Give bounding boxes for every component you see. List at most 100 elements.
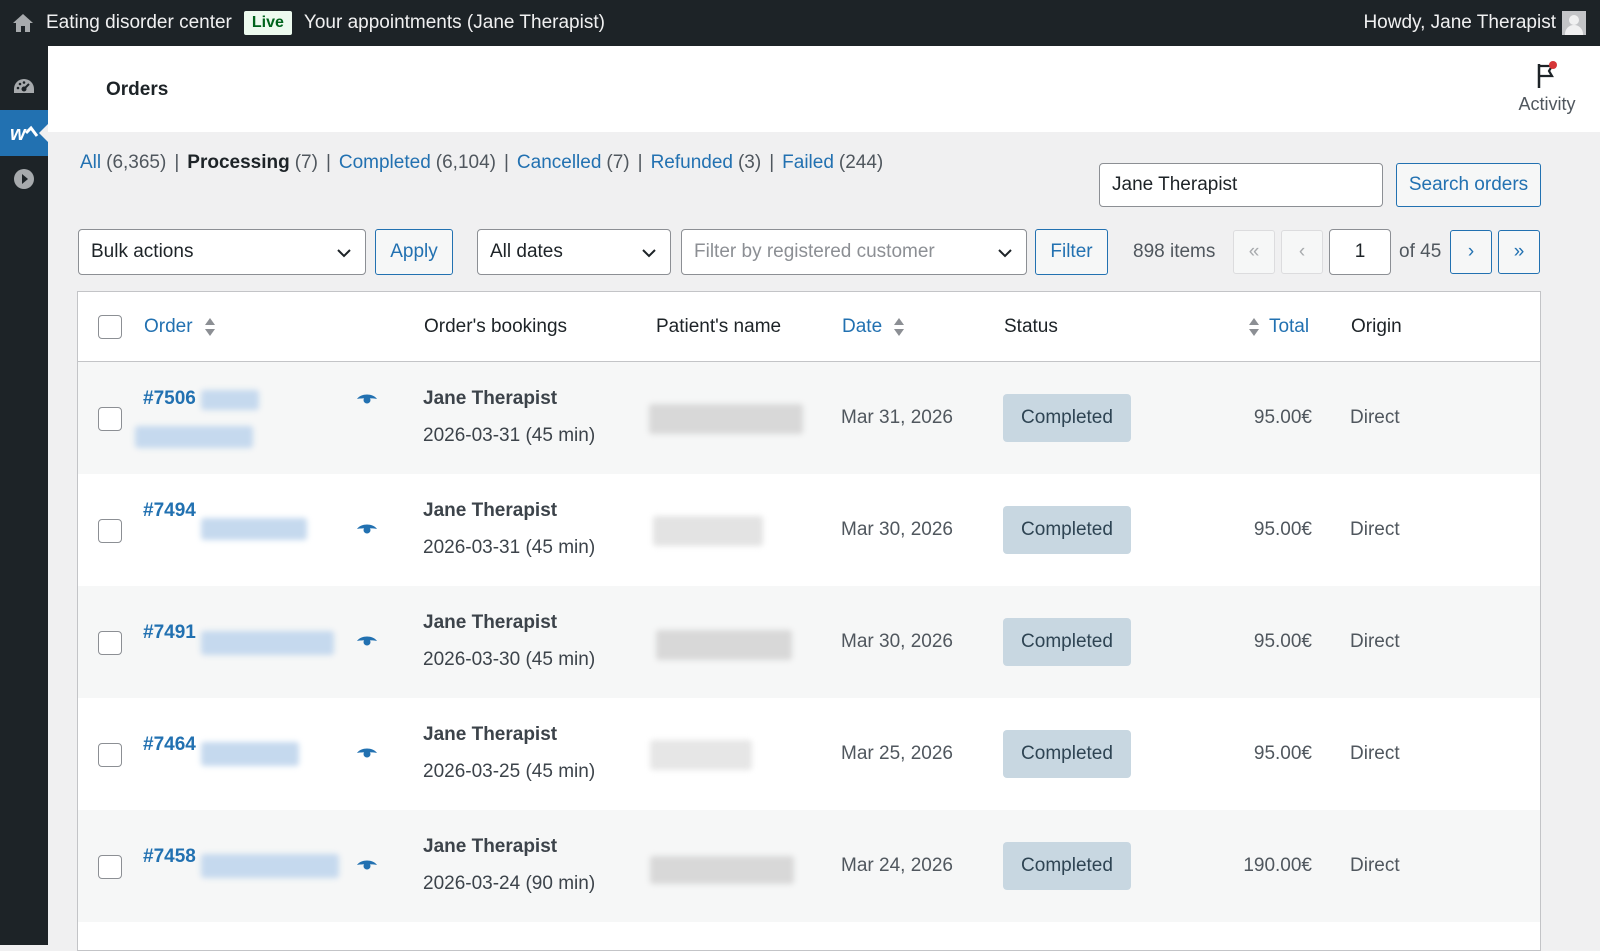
column-date[interactable]: Date — [842, 316, 905, 338]
customer-filter-select[interactable]: Filter by registered customer — [681, 229, 1027, 275]
customer-filter-placeholder: Filter by registered customer — [694, 241, 935, 262]
separator: | — [325, 152, 331, 173]
page-header: Orders Activity — [48, 46, 1600, 132]
apply-button[interactable]: Apply — [375, 229, 453, 275]
row-checkbox[interactable] — [98, 519, 122, 543]
column-total[interactable]: Total — [1248, 316, 1309, 338]
admin-side-menu: w — [0, 46, 48, 945]
order-total: 95.00€ — [1253, 407, 1312, 428]
booking-detail: 2026-03-31 (45 min) — [423, 537, 596, 558]
booking-name[interactable]: Jane Therapist — [423, 500, 557, 522]
order-total: 190.00€ — [1243, 855, 1312, 876]
preview-eye-icon[interactable] — [356, 522, 378, 536]
order-origin: Direct — [1350, 743, 1400, 764]
avatar[interactable] — [1562, 11, 1586, 35]
preview-eye-icon[interactable] — [356, 634, 378, 648]
row-checkbox[interactable] — [98, 407, 122, 431]
status-badge: Completed — [1003, 506, 1131, 554]
redacted-patient-name — [650, 856, 794, 884]
preview-eye-icon[interactable] — [356, 392, 378, 406]
preview-eye-icon[interactable] — [356, 746, 378, 760]
activity-label: Activity — [1518, 94, 1576, 114]
booking-name[interactable]: Jane Therapist — [423, 724, 557, 746]
row-checkbox[interactable] — [98, 855, 122, 879]
first-page-button[interactable]: « — [1233, 230, 1275, 274]
search-input[interactable] — [1099, 163, 1383, 207]
filter-refunded-count: (3) — [737, 152, 762, 173]
sort-icon — [894, 317, 905, 336]
order-origin: Direct — [1350, 407, 1400, 428]
home-icon[interactable] — [0, 0, 46, 46]
status-badge: Completed — [1003, 394, 1131, 442]
booking-name[interactable]: Jane Therapist — [423, 388, 557, 410]
booking-detail: 2026-03-31 (45 min) — [423, 425, 596, 446]
woocommerce-icon[interactable]: w — [0, 110, 48, 156]
redacted-name — [201, 742, 299, 766]
order-number-link[interactable]: #7458 — [143, 846, 196, 868]
row-checkbox[interactable] — [98, 631, 122, 655]
table-header: Order Order's bookings Patient's name Da… — [78, 292, 1540, 362]
order-origin: Direct — [1350, 519, 1400, 540]
order-number-link[interactable]: #7506 — [143, 388, 196, 410]
bulk-actions-label: Bulk actions — [91, 241, 194, 262]
table-row[interactable]: #7506 Jane Therapist 2026-03-31 (45 min)… — [78, 362, 1540, 474]
booking-name[interactable]: Jane Therapist — [423, 836, 557, 858]
filter-cancelled[interactable]: Cancelled — [517, 152, 602, 174]
chevron-down-icon — [998, 249, 1012, 258]
howdy-user[interactable]: Howdy, Jane Therapist — [1363, 12, 1556, 34]
filter-all[interactable]: All — [80, 152, 101, 174]
site-name[interactable]: Eating disorder center — [46, 12, 232, 34]
table-row[interactable]: #7458 Jane Therapist 2026-03-24 (90 min)… — [78, 810, 1540, 922]
table-row[interactable]: #7494 Jane Therapist 2026-03-31 (45 min)… — [78, 474, 1540, 586]
table-row[interactable]: #7491 Jane Therapist 2026-03-30 (45 min)… — [78, 586, 1540, 698]
booking-detail: 2026-03-24 (90 min) — [423, 873, 596, 894]
redacted-patient-name — [653, 516, 763, 546]
prev-page-button[interactable]: ‹ — [1281, 230, 1323, 274]
filter-refunded[interactable]: Refunded — [651, 152, 733, 174]
svg-text:w: w — [10, 124, 27, 142]
chevron-down-icon — [337, 249, 351, 258]
redacted-patient-name — [649, 404, 803, 434]
sort-icon — [1249, 317, 1259, 336]
search-orders-button[interactable]: Search orders — [1396, 163, 1541, 207]
next-page-button[interactable]: › — [1450, 230, 1492, 274]
filter-failed[interactable]: Failed — [782, 152, 834, 174]
appointments-link[interactable]: Your appointments (Jane Therapist) — [304, 12, 605, 34]
preview-eye-icon[interactable] — [356, 858, 378, 872]
separator: | — [503, 152, 509, 173]
order-date: Mar 30, 2026 — [841, 519, 953, 540]
dates-select[interactable]: All dates — [477, 229, 671, 275]
order-total: 95.00€ — [1253, 743, 1312, 764]
order-total: 95.00€ — [1253, 631, 1312, 652]
bulk-actions-select[interactable]: Bulk actions — [78, 229, 366, 275]
status-badge: Completed — [1003, 730, 1131, 778]
booking-name[interactable]: Jane Therapist — [423, 612, 557, 634]
dashboard-icon[interactable] — [0, 64, 48, 110]
current-page-input[interactable]: 1 — [1329, 229, 1391, 275]
column-origin: Origin — [1351, 316, 1402, 337]
order-number-link[interactable]: #7464 — [143, 734, 196, 756]
order-date: Mar 30, 2026 — [841, 631, 953, 652]
booking-detail: 2026-03-25 (45 min) — [423, 761, 596, 782]
sort-icon — [204, 317, 215, 336]
order-number-link[interactable]: #7494 — [143, 500, 196, 522]
filter-button[interactable]: Filter — [1035, 229, 1108, 275]
last-page-button[interactable]: » — [1498, 230, 1540, 274]
activity-button[interactable]: Activity — [1512, 60, 1582, 115]
status-filters: All (6,365) | Processing (7) | Completed (6… — [80, 152, 883, 174]
redacted-patient-name — [656, 630, 792, 660]
redacted-name — [201, 854, 339, 878]
column-patient: Patient's name — [656, 316, 782, 337]
order-total: 95.00€ — [1253, 519, 1312, 540]
filter-completed[interactable]: Completed — [339, 152, 431, 174]
filter-failed-count: (244) — [838, 152, 884, 173]
table-row[interactable]: #7464 Jane Therapist 2026-03-25 (45 min)… — [78, 698, 1540, 810]
admin-bar: Eating disorder center Live Your appoint… — [0, 0, 1600, 46]
media-play-icon[interactable] — [0, 156, 48, 202]
filter-processing[interactable]: Processing — [187, 152, 289, 174]
order-origin: Direct — [1350, 631, 1400, 652]
order-number-link[interactable]: #7491 — [143, 622, 196, 644]
row-checkbox[interactable] — [98, 743, 122, 767]
column-order[interactable]: Order — [144, 316, 216, 338]
select-all-checkbox[interactable] — [98, 315, 122, 339]
